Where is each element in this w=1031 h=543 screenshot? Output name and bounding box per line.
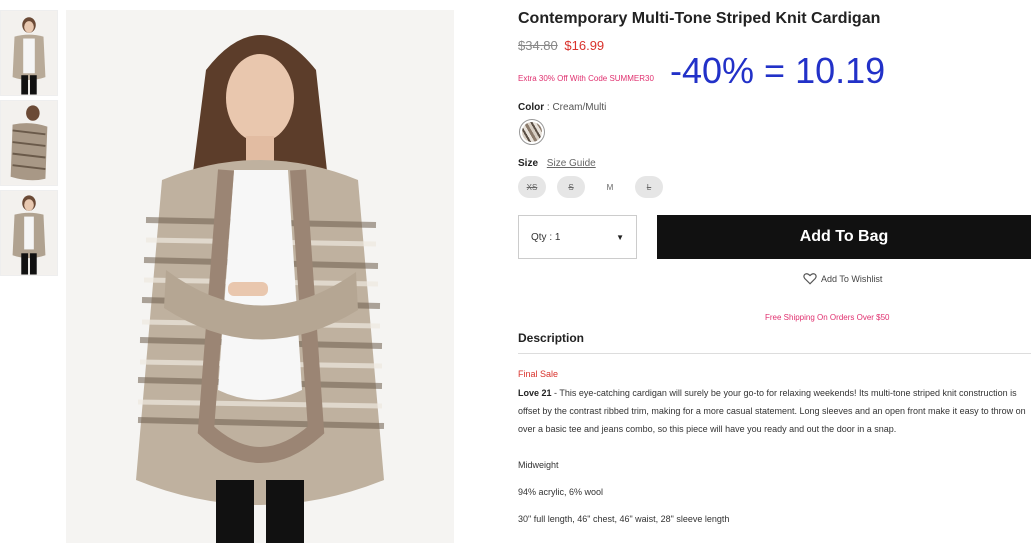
quantity-value: Qty : 1	[531, 231, 561, 243]
caret-down-icon: ▼	[616, 232, 624, 242]
product-title: Contemporary Multi-Tone Striped Knit Car…	[518, 10, 881, 27]
thumbnail-back[interactable]	[0, 190, 58, 276]
color-label-row: Color : Cream/Multi	[518, 102, 606, 113]
description-body: Love 21 - This eye-catching cardigan wil…	[518, 384, 1028, 438]
model-photo	[66, 10, 454, 543]
thumbnail-list	[0, 10, 60, 280]
color-label: Color	[518, 102, 545, 113]
size-options: XS S M L	[518, 176, 663, 198]
size-option-l[interactable]: L	[635, 176, 663, 198]
model-thumbnail-image	[1, 191, 57, 275]
size-label-row: Size Size Guide	[518, 158, 596, 169]
wishlist-label: Add To Wishlist	[821, 273, 883, 284]
final-sale-label: Final Sale	[518, 369, 559, 379]
sale-price: $16.99	[564, 38, 605, 53]
spec-weight: Midweight	[518, 460, 559, 470]
size-option-xs[interactable]: XS	[518, 176, 546, 198]
color-swatch-cream-multi[interactable]	[519, 119, 545, 145]
heart-icon	[803, 273, 817, 285]
size-option-m[interactable]: M	[596, 176, 624, 198]
brand-name: Love 21	[518, 388, 552, 398]
spec-material: 94% acrylic, 6% wool	[518, 487, 604, 497]
size-option-s[interactable]: S	[557, 176, 585, 198]
description-text: - This eye-catching cardigan will surely…	[518, 388, 1026, 434]
description-divider	[518, 353, 1031, 354]
add-to-wishlist-link[interactable]: Add To Wishlist	[803, 272, 882, 285]
swatch-pattern	[522, 122, 542, 142]
description-heading: Description	[518, 331, 585, 345]
handwritten-annotation: -40% = 10.19	[670, 50, 886, 91]
free-shipping-notice: Free Shipping On Orders Over $50	[765, 313, 890, 322]
size-guide-link[interactable]: Size Guide	[547, 158, 596, 169]
original-price: $34.80	[518, 38, 558, 53]
spec-measurements: 30" full length, 46" chest, 46" waist, 2…	[518, 514, 730, 524]
color-separator: :	[546, 102, 550, 113]
thumbnail-front[interactable]	[0, 10, 58, 96]
size-label: Size	[518, 158, 539, 169]
product-main-image[interactable]	[66, 10, 454, 543]
color-value: Cream/Multi	[552, 102, 607, 113]
price-block: $34.80 $16.99	[518, 38, 604, 53]
model-thumbnail-image	[1, 11, 57, 95]
promo-code-text: Extra 30% Off With Code SUMMER30	[518, 74, 654, 83]
model-thumbnail-image	[1, 101, 57, 185]
thumbnail-side[interactable]	[0, 100, 58, 186]
quantity-select[interactable]: Qty : 1 ▼	[518, 215, 637, 259]
add-to-bag-button[interactable]: Add To Bag	[657, 215, 1031, 259]
